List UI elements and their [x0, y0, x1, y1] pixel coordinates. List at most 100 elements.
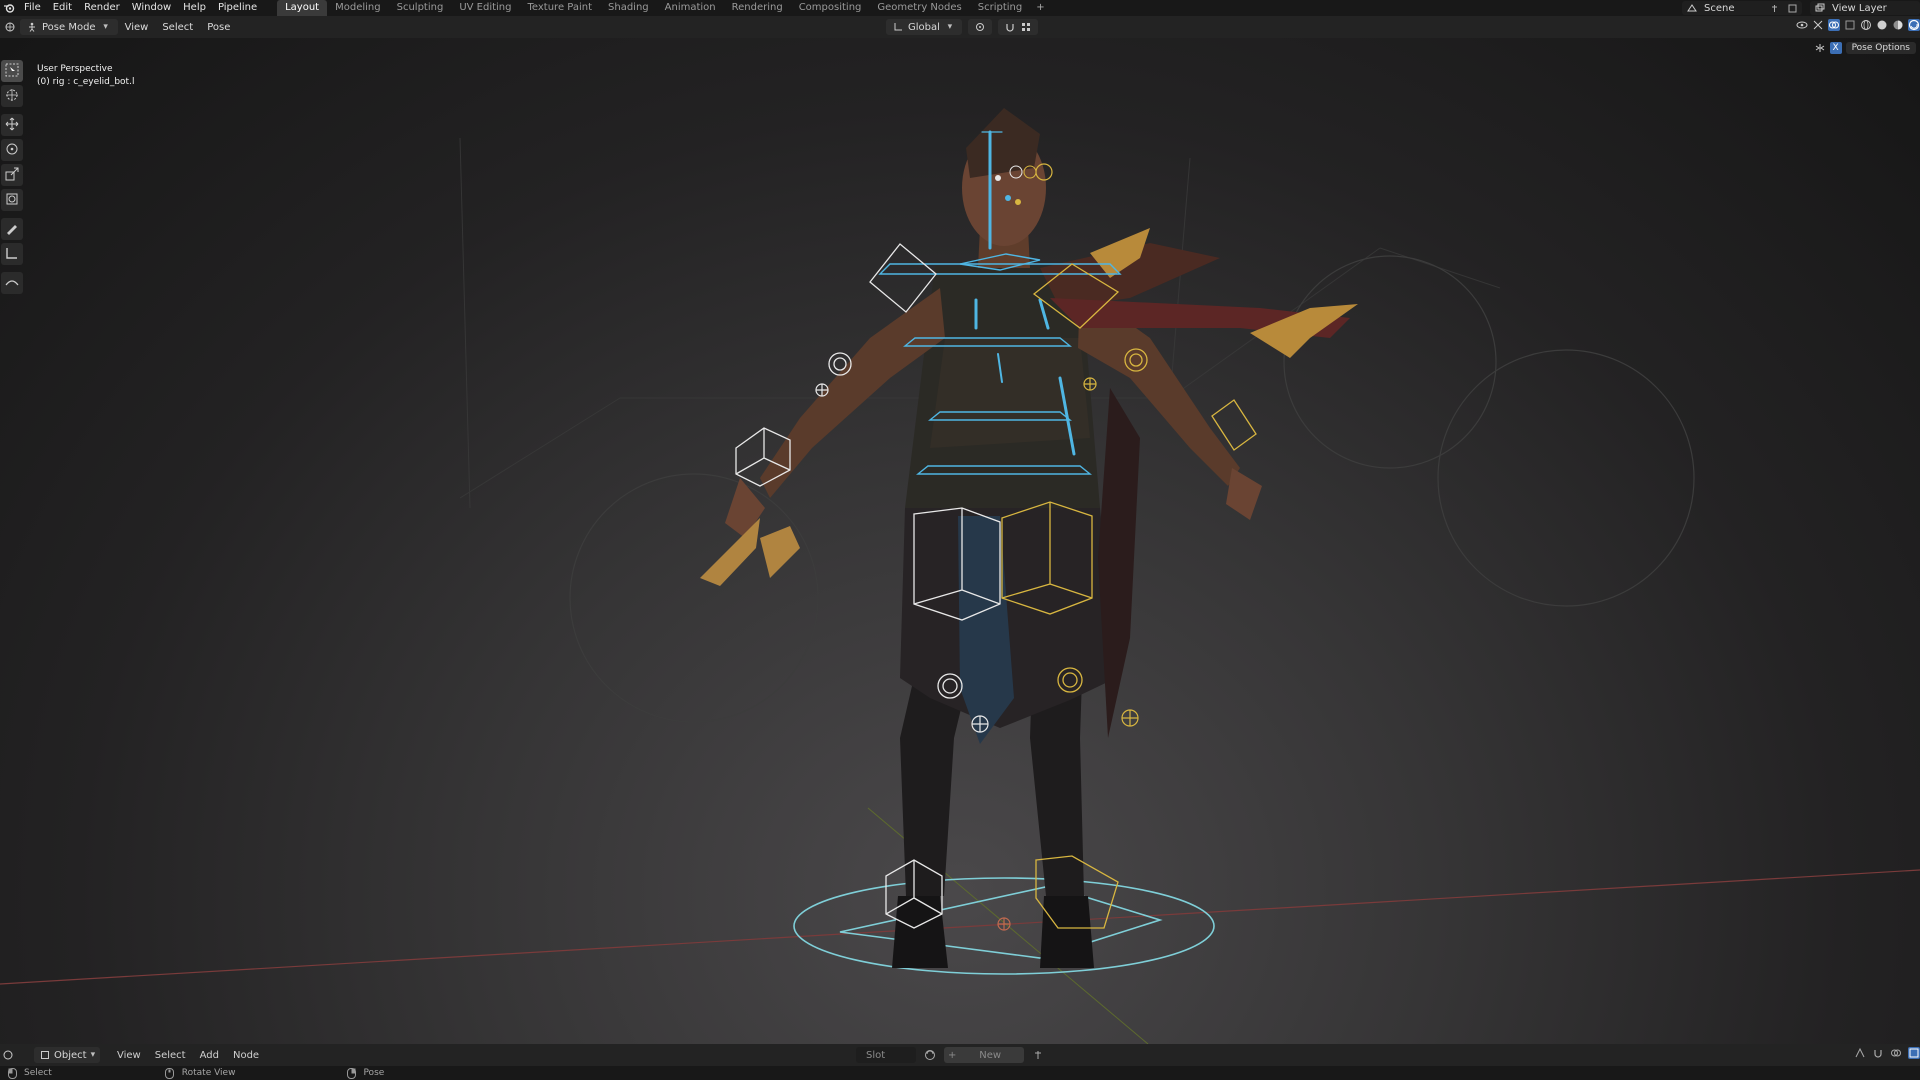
menu-add[interactable]: Add — [193, 1050, 226, 1061]
backdrop-icon[interactable] — [1908, 1047, 1920, 1059]
shading-material-icon[interactable] — [1892, 19, 1904, 31]
perspective-label: User Perspective — [37, 64, 113, 74]
status-rotate-view: Rotate View — [164, 1067, 235, 1079]
topbar-right: Scene View Layer — [1682, 0, 1920, 16]
xray-icon[interactable] — [1844, 19, 1856, 31]
new-scene-icon[interactable] — [1786, 2, 1798, 14]
slot-dropdown[interactable]: Slot — [856, 1047, 916, 1063]
rotate-tool[interactable] — [1, 139, 23, 161]
x-axis-line — [0, 869, 1920, 985]
pose-options-button[interactable]: Pose Options — [1845, 42, 1916, 54]
overlays-icon[interactable] — [1890, 1047, 1902, 1059]
menu-file[interactable]: File — [18, 0, 47, 16]
tab-rendering[interactable]: Rendering — [724, 0, 791, 16]
move-tool[interactable] — [1, 114, 23, 136]
transform-controls: Global ▾ — [886, 19, 1038, 35]
menu-window[interactable]: Window — [126, 0, 177, 16]
snap-toggle[interactable] — [997, 19, 1038, 35]
menu-select[interactable]: Select — [148, 1050, 193, 1061]
rotate-icon — [5, 141, 19, 160]
blender-logo-icon[interactable] — [0, 0, 18, 16]
chevron-down-icon: ▾ — [90, 1050, 96, 1060]
slot-label: Slot — [866, 1049, 886, 1061]
material-icon[interactable] — [924, 1049, 936, 1061]
menu-node[interactable]: Node — [226, 1050, 266, 1061]
object-mode-label: Object — [54, 1049, 87, 1061]
annotate-tool[interactable] — [1, 218, 23, 240]
add-workspace-button[interactable]: + — [1030, 0, 1050, 16]
mode-dropdown[interactable]: Pose Mode ▾ — [20, 19, 118, 35]
gizmo-icon[interactable] — [1812, 19, 1824, 31]
shading-solid-icon[interactable] — [1876, 19, 1888, 31]
status-bar: Select Rotate View Pose — [0, 1066, 1920, 1080]
relax-pose-tool[interactable] — [1, 272, 23, 294]
transform-icon — [5, 191, 19, 210]
mouse-left-icon — [6, 1067, 18, 1079]
cursor-tool[interactable] — [1, 85, 23, 107]
3d-viewport[interactable]: User Perspective (0) rig : c_eyelid_bot.… — [0, 38, 1920, 1044]
menu-render[interactable]: Render — [78, 0, 126, 16]
menu-view[interactable]: View — [110, 1050, 148, 1061]
tab-compositing[interactable]: Compositing — [791, 0, 870, 16]
measure-icon — [5, 245, 19, 264]
tool-shelf — [0, 60, 24, 296]
menu-select[interactable]: Select — [155, 22, 200, 33]
relax-pose-icon — [5, 274, 19, 293]
object-mode-dropdown[interactable]: Object ▾ — [34, 1047, 100, 1063]
tab-shading[interactable]: Shading — [600, 0, 657, 16]
top-menu-bar: File Edit Render Window Help Pipeline La… — [0, 0, 1920, 16]
shading-wireframe-icon[interactable] — [1860, 19, 1872, 31]
node-editor-right — [1854, 1047, 1920, 1059]
menu-edit[interactable]: Edit — [47, 0, 78, 16]
overlays-icon[interactable] — [1828, 19, 1840, 31]
node-editor-header: Object ▾ View Select Add Node Slot + New — [0, 1044, 1920, 1066]
tab-texture-paint[interactable]: Texture Paint — [519, 0, 600, 16]
scene-selector[interactable]: Scene — [1682, 1, 1802, 15]
move-icon — [5, 116, 19, 135]
orientation-label: Global — [908, 21, 940, 33]
transform-tool[interactable] — [1, 189, 23, 211]
tab-layout[interactable]: Layout — [277, 0, 328, 16]
menu-view[interactable]: View — [118, 22, 156, 33]
editor-type-icon[interactable] — [4, 21, 16, 33]
tab-animation[interactable]: Animation — [657, 0, 724, 16]
plus-icon: + — [948, 1049, 957, 1061]
tab-geometry-nodes[interactable]: Geometry Nodes — [869, 0, 969, 16]
cursor-icon — [5, 87, 19, 106]
shading-rendered-icon[interactable] — [1908, 19, 1920, 31]
chevron-down-icon: ▾ — [103, 22, 108, 32]
mouse-middle-icon — [164, 1067, 176, 1079]
pivot-icon — [974, 21, 986, 33]
measure-tool[interactable] — [1, 243, 23, 265]
x-mirror-toggle[interactable]: X — [1829, 42, 1842, 54]
view-layer-name: View Layer — [1832, 2, 1887, 14]
scale-icon — [5, 166, 19, 185]
tab-sculpting[interactable]: Sculpting — [389, 0, 452, 16]
menu-pose[interactable]: Pose — [200, 22, 237, 33]
material-slot-controls: Slot + New — [856, 1047, 1044, 1063]
menu-pipeline[interactable]: Pipeline — [212, 0, 263, 16]
menu-help[interactable]: Help — [177, 0, 212, 16]
new-material-button[interactable]: + New — [944, 1047, 1024, 1063]
new-label: New — [979, 1049, 1002, 1061]
tab-scripting[interactable]: Scripting — [970, 0, 1030, 16]
scale-tool[interactable] — [1, 164, 23, 186]
status-pose: Pose — [345, 1067, 384, 1079]
select-box-tool[interactable] — [1, 60, 23, 82]
visibility-icon[interactable] — [1796, 19, 1808, 31]
snap-options-icon — [1020, 21, 1032, 33]
editor-type-icon[interactable] — [2, 1049, 14, 1061]
view-layer-icon — [1814, 2, 1826, 14]
mirror-icon[interactable] — [1814, 42, 1826, 54]
tab-modeling[interactable]: Modeling — [327, 0, 389, 16]
transform-orientation-dropdown[interactable]: Global ▾ — [886, 19, 962, 35]
pin-icon[interactable] — [1032, 1049, 1044, 1061]
pivot-dropdown[interactable] — [967, 19, 992, 35]
pin-icon[interactable] — [1768, 2, 1780, 14]
pose-options-panel: X Pose Options — [1814, 42, 1916, 54]
snap-icon[interactable] — [1872, 1047, 1884, 1059]
parent-node-icon[interactable] — [1854, 1047, 1866, 1059]
object-icon — [40, 1049, 50, 1061]
view-layer-selector[interactable]: View Layer — [1810, 1, 1920, 15]
tab-uv-editing[interactable]: UV Editing — [451, 0, 519, 16]
